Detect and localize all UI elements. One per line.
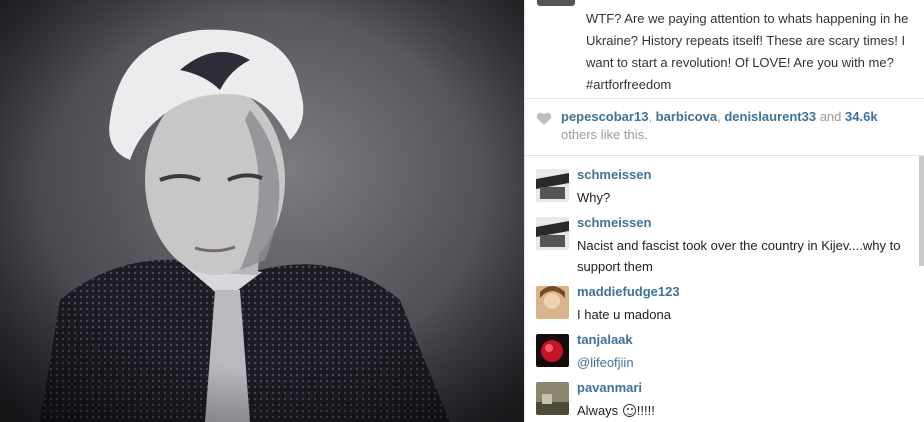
comment-text-part: !!!!! — [636, 403, 655, 418]
comment-text: Nacist and fascist took over the country… — [577, 238, 901, 274]
post-sidebar: WTF? Are we paying attention to whats ha… — [524, 0, 924, 422]
like-user-link[interactable]: barbicova — [656, 109, 717, 124]
likes-and: and — [816, 109, 846, 124]
avatar[interactable] — [536, 334, 569, 367]
comment-mention-link[interactable]: @lifeofjiin — [577, 352, 907, 373]
likes-suffix: others like this. — [561, 127, 648, 142]
comment-username[interactable]: tanjalaak — [577, 332, 633, 347]
likes-separator: , — [648, 109, 656, 124]
comment-username[interactable]: schmeissen — [577, 215, 651, 230]
post-caption: WTF? Are we paying attention to whats ha… — [586, 11, 909, 92]
comments-list: schmeissen Why? schmeissen Nacist and fa… — [525, 155, 924, 422]
comment-username[interactable]: schmeissen — [577, 167, 651, 182]
avatar[interactable] — [536, 169, 569, 202]
comment-text: I hate u madona — [577, 307, 671, 322]
avatar[interactable] — [536, 217, 569, 250]
portrait-illustration — [0, 0, 524, 422]
comment-username[interactable]: maddiefudge123 — [577, 284, 680, 299]
comment-text: Always !!!!! — [577, 400, 907, 421]
comment-username[interactable]: pavanmari — [577, 380, 642, 395]
like-user-link[interactable]: pepescobar13 — [561, 109, 648, 124]
post-photo[interactable] — [0, 0, 524, 422]
comment-text-part: Always — [577, 403, 622, 418]
divider — [525, 98, 924, 99]
avatar[interactable] — [536, 382, 569, 415]
author-avatar[interactable] — [537, 0, 575, 6]
like-user-link[interactable]: denislaurent33 — [724, 109, 816, 124]
comments-scrollbar[interactable] — [919, 156, 924, 266]
avatar[interactable] — [536, 286, 569, 319]
smiley-icon — [622, 404, 636, 417]
likes-count[interactable]: 34.6k — [845, 109, 878, 124]
heart-icon[interactable] — [536, 112, 552, 126]
comment-text: Why? — [577, 190, 611, 205]
likes-summary: pepescobar13, barbicova, denislaurent33 … — [561, 108, 916, 144]
